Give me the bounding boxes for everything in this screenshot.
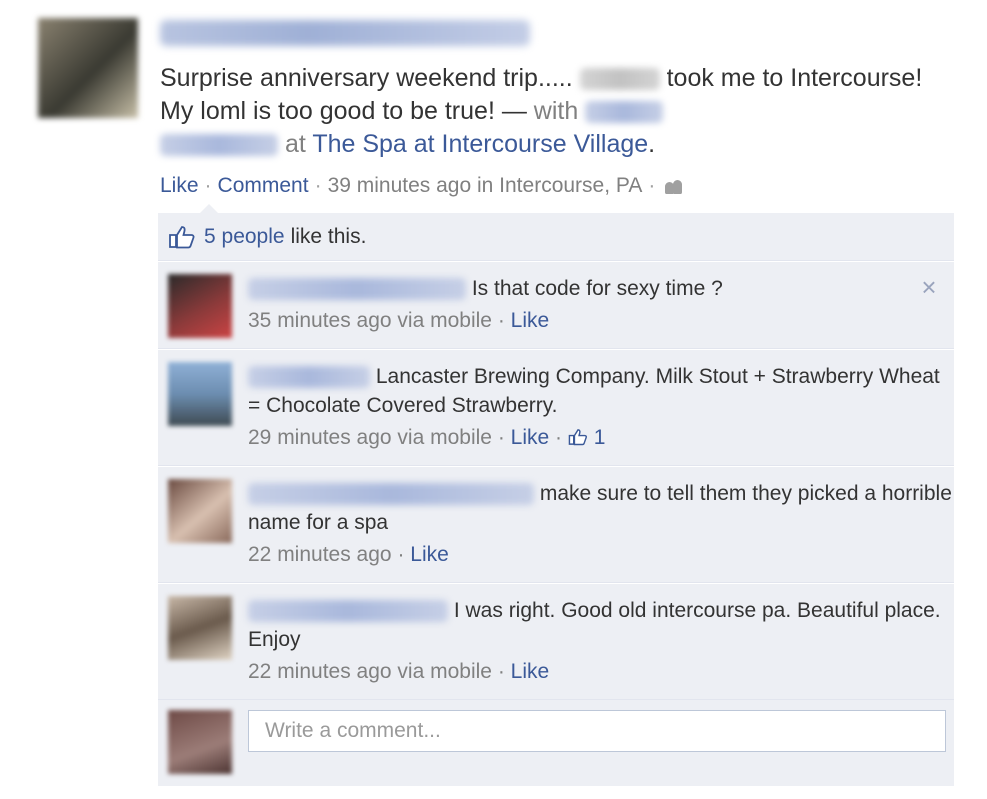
separator: ·	[397, 543, 405, 566]
poster-avatar[interactable]	[38, 18, 138, 118]
thumbs-up-icon	[568, 429, 587, 446]
comment-input[interactable]	[248, 710, 946, 752]
likers-link[interactable]: 5 people	[204, 225, 285, 249]
tagged-name-redacted[interactable]	[579, 68, 660, 91]
viewer-avatar	[168, 710, 232, 774]
commenter-avatar[interactable]	[168, 274, 232, 338]
with-friend-first-redacted[interactable]	[585, 101, 664, 124]
commenter-name-redacted[interactable]	[248, 366, 370, 389]
at-label: at	[284, 130, 306, 158]
comment-item: I was right. Good old intercourse pa. Be…	[158, 583, 954, 700]
feedback-area: 5 people like this. Is that code for sex…	[158, 213, 954, 786]
post-message: Surprise anniversary weekend trip..... t…	[160, 62, 940, 161]
comment-item: Is that code for sexy time ? 35 minutes …	[158, 261, 954, 349]
separator: ·	[497, 426, 505, 449]
comment-like-link[interactable]: Like	[511, 660, 550, 683]
place-link[interactable]: The Spa at Intercourse Village	[312, 130, 648, 158]
likes-suffix: like this.	[290, 224, 367, 248]
separator: ·	[497, 660, 505, 683]
comment-meta: 35 minutes ago via mobile · Like	[248, 305, 954, 336]
comment-like-count[interactable]: 1	[594, 426, 606, 449]
post-period: .	[648, 130, 656, 158]
comment-composer	[158, 700, 954, 786]
feed-story: Surprise anniversary weekend trip..... t…	[0, 0, 987, 799]
comment-item: make sure to tell them they picked a hor…	[158, 466, 954, 583]
commenter-avatar[interactable]	[168, 596, 232, 660]
post-timestamp[interactable]: 39 minutes ago in Intercourse, PA	[328, 174, 643, 198]
with-friend-last-redacted[interactable]	[160, 134, 278, 157]
thumbs-up-icon	[169, 225, 195, 248]
close-icon[interactable]: ×	[918, 274, 940, 300]
post-actions: Like · Comment · 39 minutes ago in Inter…	[160, 174, 685, 198]
commenter-name-redacted[interactable]	[248, 600, 448, 623]
with-label: with	[533, 97, 579, 125]
commenter-name-redacted[interactable]	[248, 483, 534, 506]
comment-link[interactable]: Comment	[218, 174, 309, 198]
comment-meta: 22 minutes ago · Like	[248, 539, 954, 570]
comment-time[interactable]: 22 minutes ago via mobile	[248, 660, 492, 683]
friends-icon[interactable]	[665, 178, 685, 194]
comment-body: Lancaster Brewing Company. Milk Stout + …	[248, 362, 954, 420]
comment-body: Is that code for sexy time ?	[248, 274, 954, 303]
comment-body: make sure to tell them they picked a hor…	[248, 479, 954, 537]
comment-like-link[interactable]: Like	[511, 309, 550, 332]
comment-meta: 29 minutes ago via mobile · Like · 1	[248, 422, 954, 453]
commenter-name-redacted[interactable]	[248, 278, 466, 301]
comment-time[interactable]: 29 minutes ago via mobile	[248, 426, 492, 449]
post-text-part1: Surprise anniversary weekend trip.....	[160, 64, 573, 92]
separator: ·	[497, 309, 505, 332]
comment-item: Lancaster Brewing Company. Milk Stout + …	[158, 349, 954, 466]
ufi-caret	[200, 204, 218, 213]
commenter-avatar[interactable]	[168, 362, 232, 426]
commenter-avatar[interactable]	[168, 479, 232, 543]
comment-body: I was right. Good old intercourse pa. Be…	[248, 596, 954, 654]
poster-name-redacted[interactable]	[160, 20, 530, 46]
separator: ·	[314, 174, 322, 197]
comment-meta: 22 minutes ago via mobile · Like	[248, 656, 954, 687]
comment-time[interactable]: 35 minutes ago via mobile	[248, 309, 492, 332]
comment-like-link[interactable]: Like	[511, 426, 550, 449]
comment-time[interactable]: 22 minutes ago	[248, 543, 392, 566]
like-link[interactable]: Like	[160, 174, 199, 198]
separator: ·	[555, 426, 563, 449]
separator: ·	[204, 174, 212, 197]
likes-summary: 5 people like this.	[158, 213, 954, 261]
comment-like-link[interactable]: Like	[410, 543, 449, 566]
separator: ·	[648, 174, 656, 197]
comment-text: Is that code for sexy time ?	[471, 277, 723, 300]
